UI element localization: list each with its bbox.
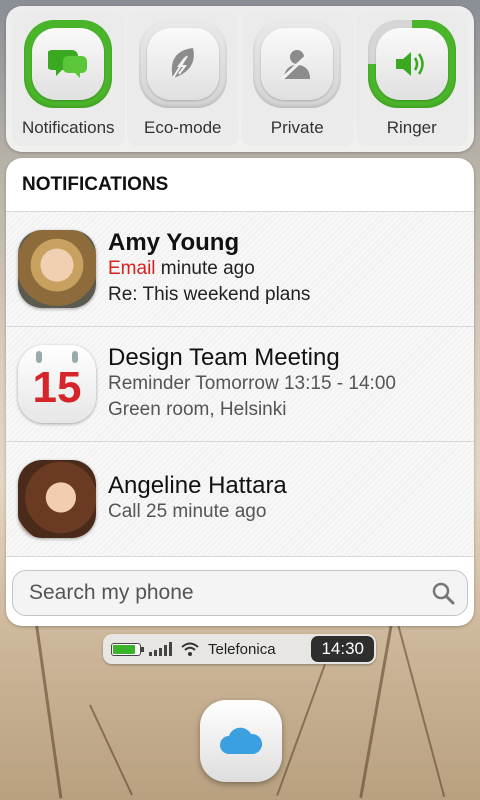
toggle-notifications-ring xyxy=(24,20,113,108)
notification-subtitle: Reminder Tomorrow 13:15 - 14:00 xyxy=(108,373,396,394)
carrier-name: Telefonica xyxy=(208,640,276,658)
avatar xyxy=(18,230,96,308)
toggle-private[interactable]: Private xyxy=(241,12,354,146)
notifications-header: NOTIFICATIONS xyxy=(6,158,474,212)
toggle-label: Ringer xyxy=(386,118,437,137)
quick-toggles-panel: Notifications Eco-mode Private Ringer xyxy=(6,6,474,152)
toggle-label: Eco-mode xyxy=(144,118,222,137)
notification-detail: Re: This weekend plans xyxy=(108,284,311,305)
avatar xyxy=(18,460,96,538)
toggle-label: Private xyxy=(270,118,324,137)
wifi-icon xyxy=(181,642,199,656)
notifications-panel: NOTIFICATIONS Amy Young Email minute ago… xyxy=(6,158,474,626)
leaf-icon xyxy=(171,48,194,79)
notification-title: Amy Young xyxy=(108,229,240,256)
toggle-private-ring xyxy=(253,20,342,108)
clock: 14:30 xyxy=(311,636,374,662)
battery-icon xyxy=(111,642,144,656)
chat-bubbles-icon xyxy=(48,50,88,78)
toggle-eco-ring xyxy=(138,20,227,108)
notification-time: minute ago xyxy=(160,258,255,279)
notification-detail: Green room, Helsinki xyxy=(108,399,287,420)
notification-title: Angeline Hattara xyxy=(108,472,287,499)
toggle-ringer-ring xyxy=(367,20,456,108)
notification-amy-young[interactable]: Amy Young Email minute ago Re: This week… xyxy=(6,212,474,327)
notification-title: Design Team Meeting xyxy=(108,344,340,371)
speaker-icon xyxy=(395,52,424,76)
toggle-notifications[interactable]: Notifications xyxy=(12,12,125,146)
notification-angeline-hattara[interactable]: Angeline Hattara Call 25 minute ago xyxy=(6,442,474,557)
search-icon[interactable] xyxy=(431,581,455,605)
calendar-day: 15 xyxy=(32,363,82,412)
search-bar[interactable] xyxy=(12,570,468,616)
toggle-eco-mode[interactable]: Eco-mode xyxy=(126,12,239,146)
toggle-ringer[interactable]: Ringer xyxy=(355,12,468,146)
search-input[interactable] xyxy=(29,581,431,605)
cloud-button[interactable] xyxy=(200,700,282,782)
status-bar[interactable]: Telefonica 14:30 xyxy=(103,634,376,664)
cloud-icon xyxy=(220,727,263,754)
signal-strength-icon xyxy=(149,642,172,656)
private-person-icon xyxy=(281,49,314,81)
calendar-icon: 15 xyxy=(18,345,96,423)
notification-design-team-meeting[interactable]: 15 Design Team Meeting Reminder Tomorrow… xyxy=(6,327,474,442)
notification-subtitle: Call 25 minute ago xyxy=(108,501,267,522)
toggle-label: Notifications xyxy=(21,118,115,137)
notification-type: Email xyxy=(108,258,156,279)
